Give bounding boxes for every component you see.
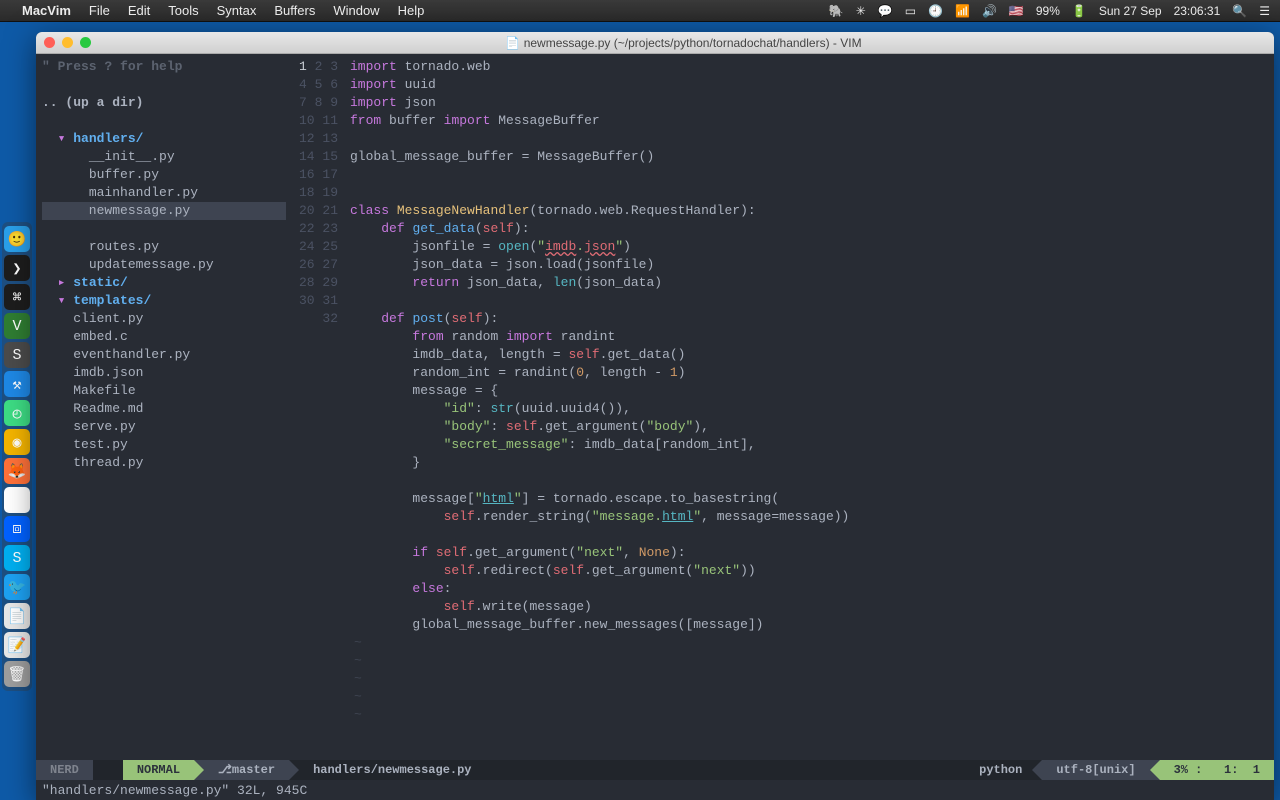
menu-help[interactable]: Help: [398, 3, 425, 18]
command-line[interactable]: "handlers/newmessage.py" 32L, 945C: [36, 780, 1274, 800]
spotlight-icon[interactable]: 🔍: [1232, 4, 1247, 18]
window-titlebar[interactable]: 📄 newmessage.py (~/projects/python/torna…: [36, 32, 1274, 54]
evernote-icon[interactable]: 🐘: [829, 4, 844, 18]
time-text[interactable]: 23:06:31: [1174, 4, 1221, 18]
date-text[interactable]: Sun 27 Sep: [1099, 4, 1162, 18]
status-filetype: python: [969, 760, 1032, 780]
dock: 🙂❯⌘VS⚒◴◉🦊#⧈S🐦📄📝🗑: [2, 222, 32, 691]
dock-xcode[interactable]: ⚒: [4, 371, 30, 397]
status-position: 3% : 1: 1: [1160, 760, 1274, 780]
dock-firefox[interactable]: 🦊: [4, 458, 30, 484]
menu-window[interactable]: Window: [333, 3, 379, 18]
dock-android[interactable]: ◴: [4, 400, 30, 426]
messages-icon[interactable]: 💬: [878, 4, 893, 18]
display-icon[interactable]: ▭: [905, 4, 916, 18]
minimize-button[interactable]: [62, 37, 73, 48]
zoom-button[interactable]: [80, 37, 91, 48]
close-button[interactable]: [44, 37, 55, 48]
menu-edit[interactable]: Edit: [128, 3, 150, 18]
menu-file[interactable]: File: [89, 3, 110, 18]
dock-sublime[interactable]: S: [4, 342, 30, 368]
app-name[interactable]: MacVim: [22, 3, 71, 18]
line-gutter: 1 2 3 4 5 6 7 8 9 10 11 12 13 14 15 16 1…: [292, 54, 346, 760]
desktop: 🙂❯⌘VS⚒◴◉🦊#⧈S🐦📄📝🗑 📄 newmessage.py (~/proj…: [0, 22, 1280, 800]
dock-iterm[interactable]: ⌘: [4, 284, 30, 310]
volume-icon[interactable]: 🔊: [982, 4, 997, 18]
window-title: 📄 newmessage.py (~/projects/python/torna…: [101, 36, 1266, 50]
status-branch: ⎇ master: [204, 760, 289, 780]
menu-tools[interactable]: Tools: [168, 3, 198, 18]
dock-slack[interactable]: #: [4, 487, 30, 513]
nerdtree[interactable]: " Press ? for help .. (up a dir) ▾ handl…: [36, 54, 292, 760]
dock-chrome[interactable]: ◉: [4, 429, 30, 455]
dock-twitter[interactable]: 🐦: [4, 574, 30, 600]
dock-finder[interactable]: 🙂: [4, 226, 30, 252]
menu-syntax[interactable]: Syntax: [217, 3, 257, 18]
battery-icon[interactable]: 🔋: [1072, 4, 1087, 18]
wifi-icon[interactable]: 📶: [955, 4, 970, 18]
dock-textedit[interactable]: 📄: [4, 603, 30, 629]
battery-percent[interactable]: 99%: [1036, 4, 1060, 18]
dock-trash[interactable]: 🗑: [4, 661, 30, 687]
editor-pane[interactable]: 1 2 3 4 5 6 7 8 9 10 11 12 13 14 15 16 1…: [292, 54, 1274, 760]
timemachine-icon[interactable]: 🕘: [928, 4, 943, 18]
macvim-window: 📄 newmessage.py (~/projects/python/torna…: [36, 32, 1274, 800]
status-nerd: NERD: [36, 760, 93, 780]
status-encoding: utf-8[unix]: [1042, 760, 1149, 780]
dock-macvim[interactable]: V: [4, 313, 30, 339]
menu-icon[interactable]: ☰: [1259, 4, 1270, 18]
menu-buffers[interactable]: Buffers: [274, 3, 315, 18]
sync-icon[interactable]: ✳︎: [856, 4, 866, 18]
code-area[interactable]: import tornado.web import uuid import js…: [346, 54, 1274, 760]
status-path: handlers/newmessage.py: [299, 760, 969, 780]
dock-skype[interactable]: S: [4, 545, 30, 571]
dock-dropbox[interactable]: ⧈: [4, 516, 30, 542]
macos-menubar: MacVim File Edit Tools Syntax Buffers Wi…: [0, 0, 1280, 22]
dock-notes[interactable]: 📝: [4, 632, 30, 658]
flag-icon[interactable]: 🇺🇸: [1009, 4, 1024, 18]
dock-terminal[interactable]: ❯: [4, 255, 30, 281]
file-icon: 📄: [505, 36, 520, 50]
status-mode: NORMAL: [123, 760, 194, 780]
statusline: NERD NORMAL ⎇ master handlers/newmessage…: [36, 760, 1274, 780]
